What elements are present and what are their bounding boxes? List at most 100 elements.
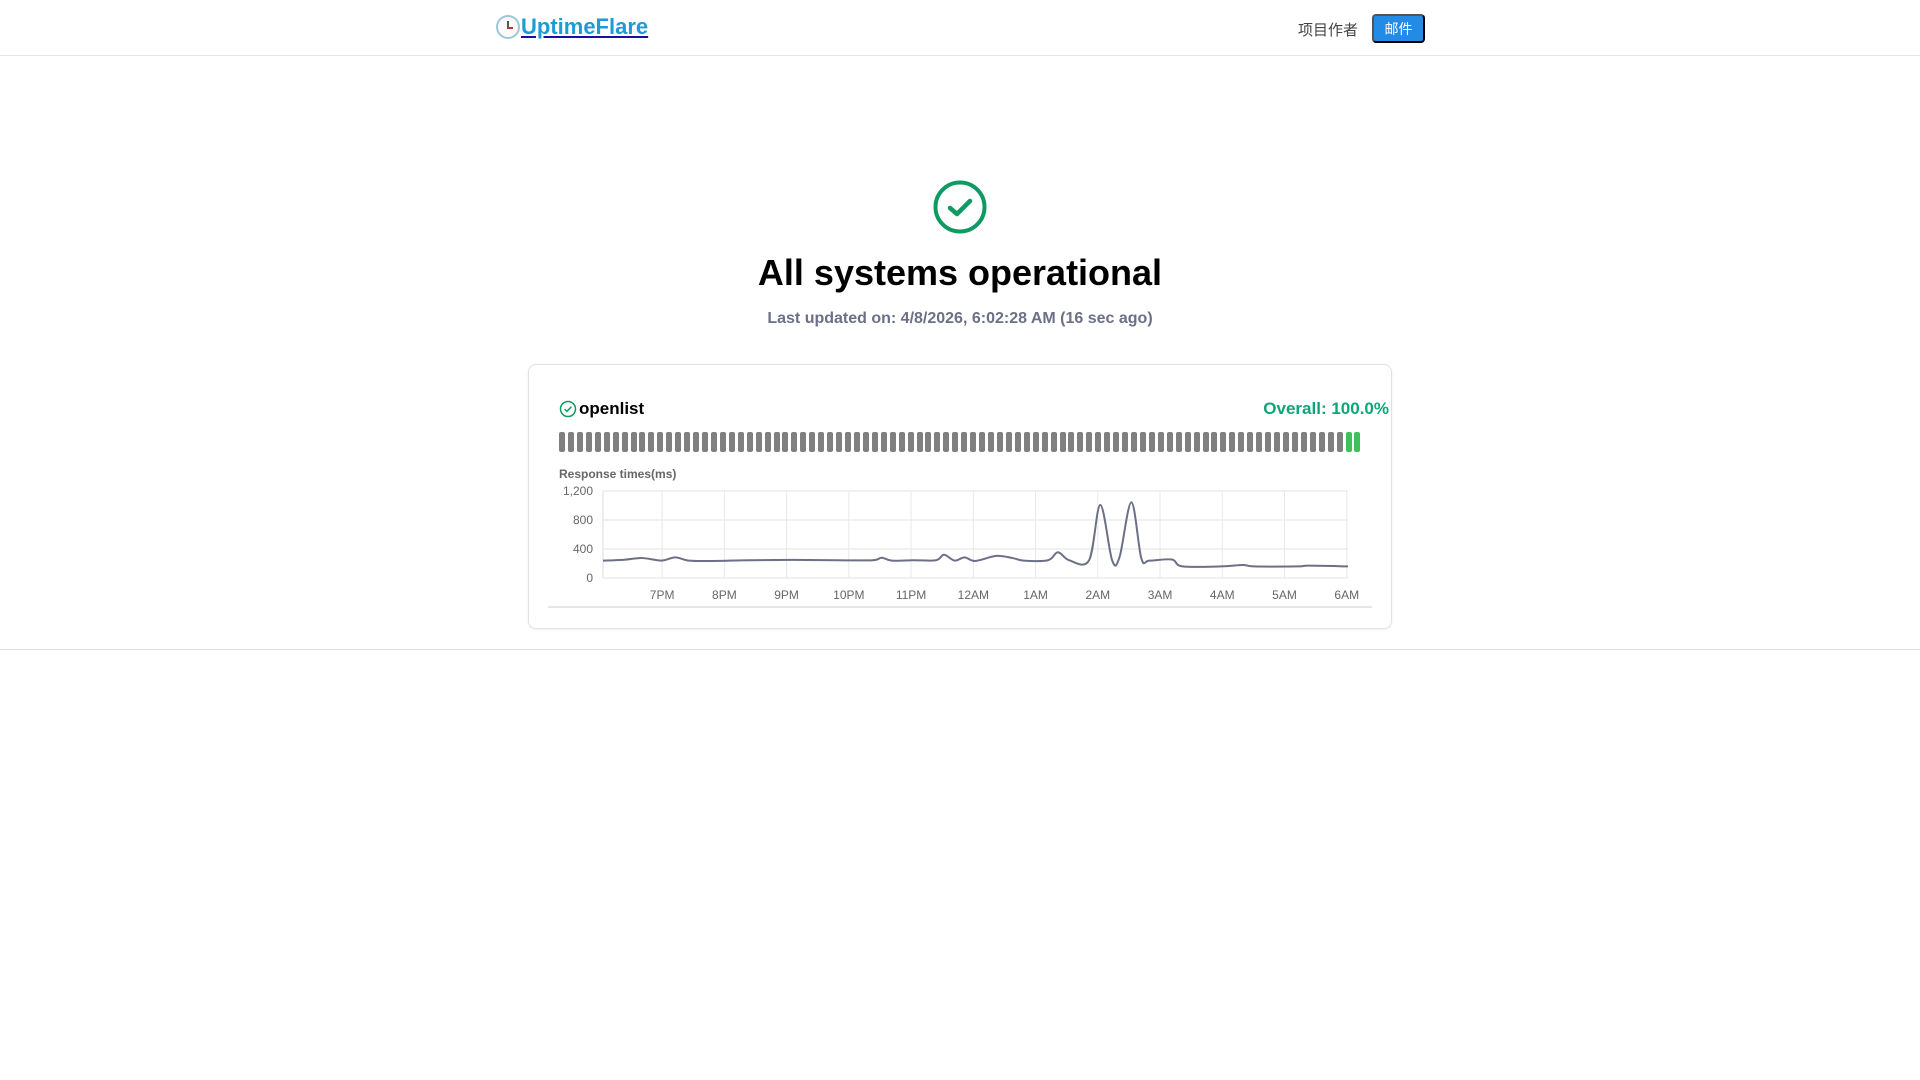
uptime-bar[interactable]	[585, 432, 592, 452]
uptime-bar[interactable]	[559, 432, 565, 452]
uptime-bar[interactable]	[871, 432, 878, 452]
uptime-bar[interactable]	[1041, 432, 1048, 452]
uptime-bar[interactable]	[862, 432, 869, 452]
uptime-bar[interactable]	[594, 432, 601, 452]
uptime-bar[interactable]	[1086, 432, 1093, 452]
uptime-bar[interactable]	[1256, 432, 1263, 452]
uptime-bar[interactable]	[827, 432, 834, 452]
uptime-bar[interactable]	[1175, 432, 1182, 452]
mail-button[interactable]: 邮件	[1372, 14, 1425, 43]
uptime-bar[interactable]	[657, 432, 664, 452]
uptime-bar[interactable]	[952, 432, 959, 452]
uptime-bar[interactable]	[1202, 432, 1209, 452]
uptime-bar[interactable]	[782, 432, 789, 452]
uptime-bar[interactable]	[1157, 432, 1164, 452]
uptime-bar[interactable]	[934, 432, 941, 452]
uptime-bar[interactable]	[1077, 432, 1084, 452]
uptime-bar[interactable]	[684, 432, 691, 452]
uptime-bar[interactable]	[907, 432, 914, 452]
uptime-bar[interactable]	[1104, 432, 1111, 452]
uptime-bar[interactable]	[1229, 432, 1236, 452]
uptime-bar[interactable]	[621, 432, 628, 452]
uptime-bar[interactable]	[1122, 432, 1129, 452]
uptime-bar[interactable]	[1059, 432, 1066, 452]
uptime-bar[interactable]	[943, 432, 950, 452]
uptime-bar[interactable]	[1050, 432, 1057, 452]
uptime-bar[interactable]	[916, 432, 923, 452]
uptime-bar[interactable]	[1291, 432, 1298, 452]
uptime-bar[interactable]	[746, 432, 753, 452]
uptime-bar[interactable]	[1095, 432, 1102, 452]
uptime-bar[interactable]	[603, 432, 610, 452]
last-updated: Last updated on: 4/8/2026, 6:02:28 AM (1…	[767, 310, 1153, 327]
uptime-bar[interactable]	[889, 432, 896, 452]
uptime-bar[interactable]	[1265, 432, 1272, 452]
uptime-bar[interactable]	[630, 432, 637, 452]
uptime-bar[interactable]	[988, 432, 994, 452]
uptime-bar[interactable]	[845, 432, 851, 452]
uptime-bar[interactable]	[639, 432, 646, 452]
uptime-bar[interactable]	[773, 432, 780, 452]
uptime-bar[interactable]	[1247, 432, 1254, 452]
uptime-bar[interactable]	[1282, 432, 1289, 452]
uptime-bar[interactable]	[702, 432, 708, 452]
uptime-bar[interactable]	[612, 432, 619, 452]
uptime-bar[interactable]	[791, 432, 798, 452]
uptime-bar[interactable]	[1238, 432, 1245, 452]
uptime-bar[interactable]	[719, 432, 726, 452]
uptime-bar[interactable]	[693, 432, 700, 452]
uptime-bar[interactable]	[1336, 432, 1343, 452]
uptime-bar[interactable]	[1166, 432, 1173, 452]
uptime-bar[interactable]	[1014, 432, 1021, 452]
uptime-bar[interactable]	[836, 432, 843, 452]
uptime-bar[interactable]	[1327, 432, 1334, 452]
uptime-bar[interactable]	[853, 432, 860, 452]
uptime-bar[interactable]	[1184, 432, 1191, 452]
uptime-bar[interactable]	[898, 432, 905, 452]
uptime-bar[interactable]	[809, 432, 816, 452]
uptime-bar[interactable]	[737, 432, 744, 452]
uptime-bar[interactable]	[996, 432, 1003, 452]
x-tick-label: 7PM	[650, 588, 675, 602]
uptime-bar[interactable]	[1345, 432, 1352, 452]
uptime-bar[interactable]	[1274, 432, 1280, 452]
uptime-bar[interactable]	[1068, 432, 1075, 452]
x-tick-label: 2AM	[1085, 588, 1110, 602]
uptime-bar[interactable]	[925, 432, 932, 452]
uptime-bar[interactable]	[970, 432, 977, 452]
uptime-bar[interactable]	[1220, 432, 1227, 452]
uptime-bar[interactable]	[1193, 432, 1200, 452]
uptime-bar[interactable]	[728, 432, 735, 452]
uptime-bar[interactable]	[576, 432, 583, 452]
uptime-bar[interactable]	[1354, 432, 1361, 452]
check-circle-icon	[933, 180, 987, 234]
uptime-bar[interactable]	[961, 432, 968, 452]
uptime-bar[interactable]	[764, 432, 771, 452]
nav-author-link[interactable]: 项目作者	[1298, 19, 1358, 40]
status-title: All systems operational	[757, 252, 1163, 293]
uptime-bar[interactable]	[1023, 432, 1030, 452]
uptime-bar[interactable]	[755, 432, 762, 452]
uptime-bar[interactable]	[1300, 432, 1307, 452]
uptime-bar[interactable]	[1005, 432, 1012, 452]
uptime-bar[interactable]	[1318, 432, 1325, 452]
uptime-bar[interactable]	[675, 432, 682, 452]
uptime-bar[interactable]	[648, 432, 655, 452]
divider	[0, 649, 1920, 650]
uptime-bar[interactable]	[567, 432, 574, 452]
uptime-bar[interactable]	[1211, 432, 1218, 452]
uptime-bar[interactable]	[1148, 432, 1155, 452]
x-tick-label: 10PM	[833, 588, 864, 602]
uptime-bar[interactable]	[666, 432, 673, 452]
uptime-bar[interactable]	[1131, 432, 1137, 452]
uptime-bar[interactable]	[880, 432, 887, 452]
logo-link[interactable]: UptimeFlare	[496, 14, 648, 40]
uptime-bar[interactable]	[800, 432, 807, 452]
uptime-bar[interactable]	[1139, 432, 1146, 452]
uptime-bar[interactable]	[710, 432, 717, 452]
uptime-bar[interactable]	[1032, 432, 1039, 452]
uptime-bar[interactable]	[1309, 432, 1316, 452]
uptime-bar[interactable]	[979, 432, 986, 452]
uptime-bar[interactable]	[1113, 432, 1120, 452]
uptime-bar[interactable]	[818, 432, 825, 452]
